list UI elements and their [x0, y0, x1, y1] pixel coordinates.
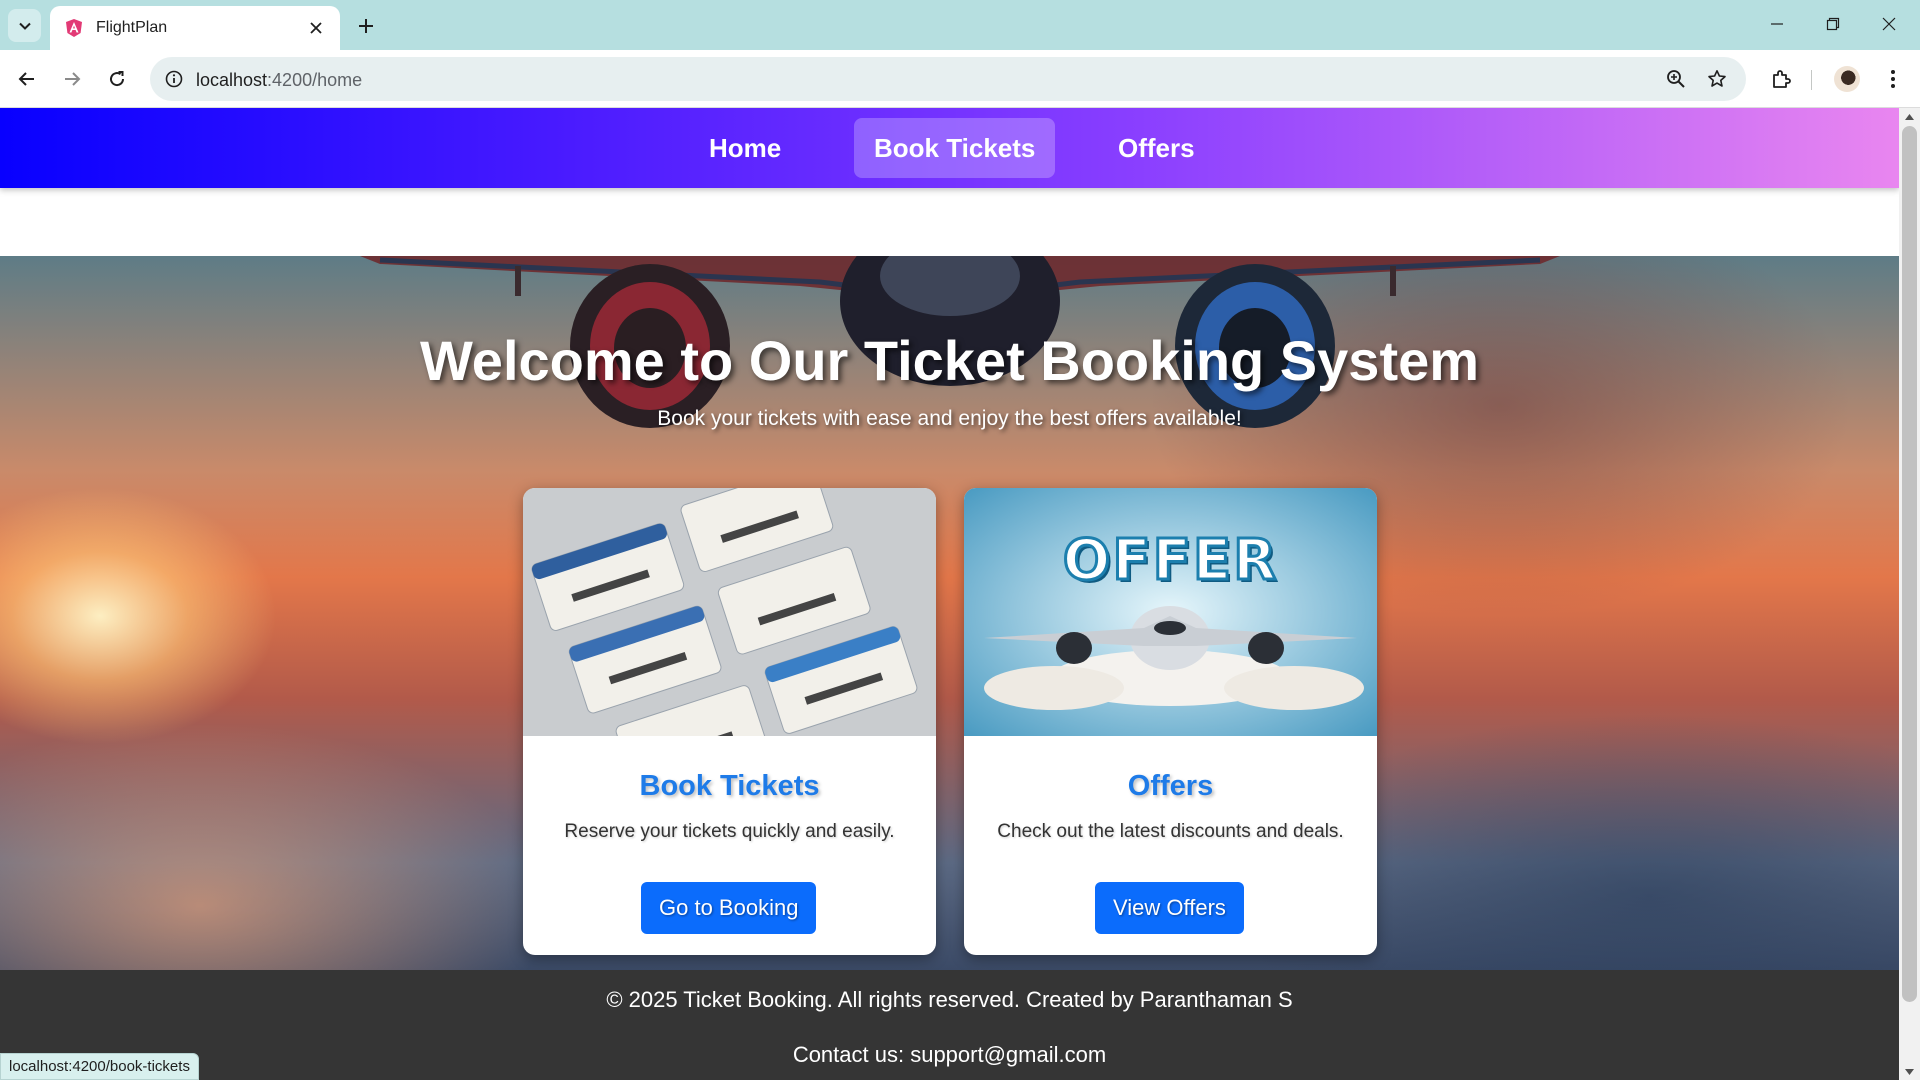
hero-section: Welcome to Our Ticket Booking System Boo… — [0, 256, 1899, 970]
browser-tab[interactable]: FlightPlan — [50, 6, 340, 50]
url-host: localhost — [196, 70, 268, 90]
reload-icon — [110, 71, 125, 87]
offer-image-text: OFFER — [1061, 527, 1279, 595]
close-icon — [1882, 17, 1896, 31]
browser-toolbar: localhost:4200/home — [0, 50, 1920, 108]
close-icon[interactable] — [306, 18, 326, 38]
angular-logo-icon — [66, 19, 82, 37]
scrollbar-thumb[interactable] — [1902, 126, 1917, 1002]
restore-button[interactable] — [1810, 6, 1856, 42]
card-title: Book Tickets — [639, 770, 820, 802]
chevron-down-icon — [18, 22, 31, 30]
minimize-button[interactable] — [1754, 6, 1800, 42]
link-status-bubble: localhost:4200/book-tickets — [0, 1053, 199, 1080]
card-description: Check out the latest discounts and deals… — [997, 821, 1344, 842]
scroll-down-arrow-icon[interactable] — [1899, 1063, 1920, 1080]
tab-search-button[interactable] — [8, 9, 41, 42]
tab-title: FlightPlan — [96, 19, 168, 36]
arrow-right-icon — [65, 72, 81, 86]
page-viewport: Home Book Tickets Offers Welcome to Our … — [0, 108, 1899, 1080]
vertical-scrollbar[interactable] — [1899, 108, 1920, 1080]
plus-icon — [359, 19, 373, 33]
new-tab-button[interactable] — [352, 12, 380, 40]
browser-tabstrip: FlightPlan — [0, 0, 1920, 50]
profile-avatar[interactable] — [1834, 66, 1860, 92]
offers-card: OFFER Offers Check out the latest discou… — [964, 488, 1377, 955]
back-button[interactable] — [10, 62, 44, 96]
bookmark-star-icon[interactable] — [1705, 67, 1729, 91]
footer-copyright: © 2025 Ticket Booking. All rights reserv… — [606, 987, 1293, 1012]
url-text[interactable]: localhost:4200/home — [196, 70, 362, 91]
restore-icon — [1826, 17, 1840, 31]
hero-subtitle: Book your tickets with ease and enjoy th… — [657, 407, 1242, 430]
view-offers-button[interactable]: View Offers — [1095, 882, 1244, 934]
extensions-icon[interactable] — [1766, 64, 1796, 94]
nav-book-tickets[interactable]: Book Tickets — [854, 118, 1056, 178]
card-title: Offers — [1127, 770, 1214, 802]
card-description: Reserve your tickets quickly and easily. — [564, 821, 895, 842]
site-footer: © 2025 Ticket Booking. All rights reserv… — [0, 970, 1899, 1080]
arrow-left-icon — [18, 72, 34, 86]
close-window-button[interactable] — [1866, 6, 1912, 42]
flight-tickets-image — [523, 488, 936, 736]
go-to-booking-button[interactable]: Go to Booking — [641, 882, 817, 934]
zoom-icon[interactable] — [1664, 67, 1688, 91]
scroll-up-arrow-icon[interactable] — [1899, 108, 1920, 125]
url-path: :4200/home — [267, 70, 363, 90]
nav-home[interactable]: Home — [689, 118, 801, 178]
reload-button[interactable] — [100, 62, 134, 96]
more-menu-icon[interactable] — [1878, 64, 1908, 94]
hero-title: Welcome to Our Ticket Booking System — [419, 329, 1480, 392]
toolbar-divider — [1811, 70, 1812, 90]
nav-offers[interactable]: Offers — [1098, 118, 1215, 178]
offer-airplane-image — [964, 488, 1377, 736]
forward-button[interactable] — [55, 62, 89, 96]
minimize-icon — [1771, 23, 1783, 25]
site-navbar: Home Book Tickets Offers — [0, 108, 1899, 188]
address-bar[interactable]: localhost:4200/home — [150, 57, 1746, 101]
info-icon[interactable] — [162, 67, 186, 91]
book-tickets-card: Book Tickets Reserve your tickets quickl… — [523, 488, 936, 955]
footer-contact: Contact us: support@gmail.com — [792, 1042, 1107, 1067]
